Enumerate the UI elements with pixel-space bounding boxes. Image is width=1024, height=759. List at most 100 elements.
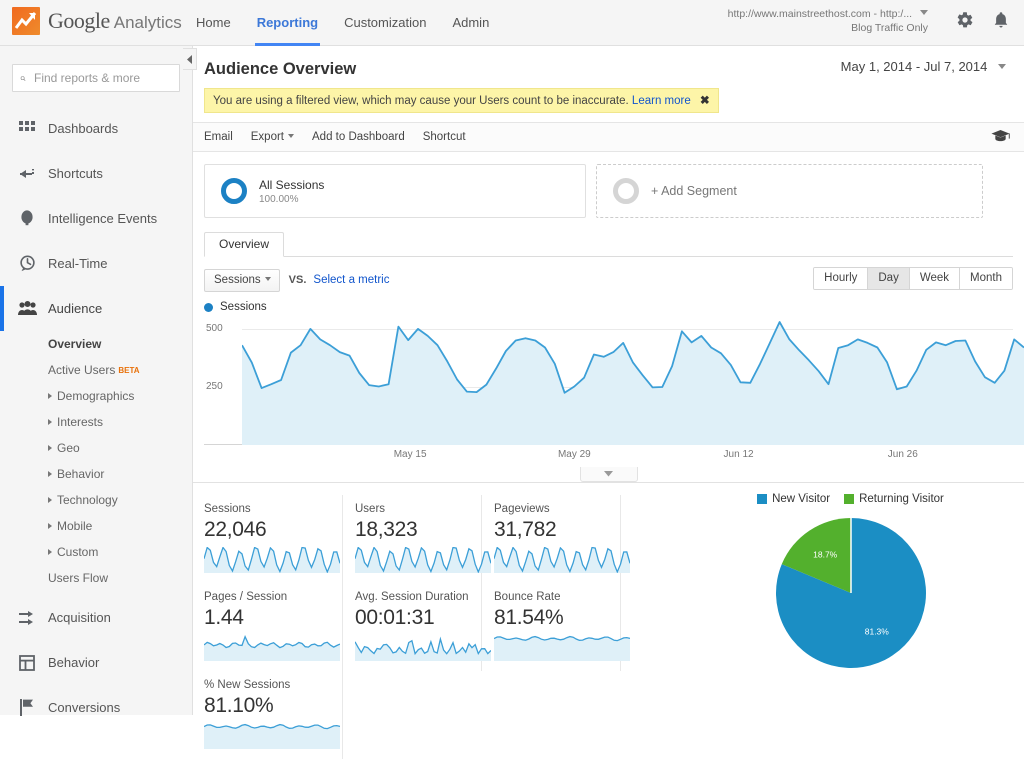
sidebar-subitem-mobile[interactable]: Mobile [0,513,192,539]
metric-card-sessions[interactable]: Sessions 22,046 [204,495,343,583]
metric-card-value: 1.44 [204,606,330,630]
sidebar-item-acquisition[interactable]: Acquisition [0,595,192,640]
select-a-metric-link[interactable]: Select a metric [313,274,389,286]
metric-card-new-sessions[interactable]: % New Sessions 81.10% [204,671,343,759]
metric-card-pageviews[interactable]: Pageviews 31,782 [482,495,621,583]
metric-card-value: 81.54% [494,606,608,630]
chart-line-svg [242,315,1024,445]
granularity-week[interactable]: Week [910,268,960,289]
audience-icon [14,301,40,316]
legend-label: New Visitor [772,493,830,505]
behavior-icon [14,655,40,671]
sidebar-item-shortcuts[interactable]: Shortcuts [0,151,192,196]
chart-plot-area[interactable]: 500 250 [204,315,1013,445]
metric-card-title: Pages / Session [204,591,330,603]
gear-icon[interactable] [956,11,974,34]
metrics-and-pie: Sessions 22,046 Users 18,323 Pageviews 3… [204,483,1013,759]
metric-selector[interactable]: Sessions [204,269,280,292]
sidebar-subitem-interests[interactable]: Interests [0,409,192,435]
search-reports-box[interactable] [12,64,180,92]
add-segment-button[interactable]: + Add Segment [596,164,983,218]
pie-legend: New Visitor Returning Visitor [688,493,1013,505]
account-property-label: http://www.mainstreethost.com - http:/..… [728,8,912,20]
metric-card-title: Avg. Session Duration [355,591,469,603]
sidebar-subitem-label: Custom [57,545,98,559]
segment-all-sessions[interactable]: All Sessions 100.00% [204,164,586,218]
email-button[interactable]: Email [204,131,233,143]
sidebar-subitem-label: Active Users [48,363,115,377]
nav-admin[interactable]: Admin [452,0,489,46]
shortcut-button[interactable]: Shortcut [423,131,466,143]
audience-subnav: Overview Active UsersBETA Demographics I… [0,331,192,595]
metric-card-bounce-rate[interactable]: Bounce Rate 81.54% [482,583,621,671]
nav-home[interactable]: Home [196,0,231,46]
add-to-dashboard-button[interactable]: Add to Dashboard [312,131,405,143]
metric-card-value: 18,323 [355,518,469,542]
sessions-chart: Sessions 500 250 May 15May 29Jun 12Jun 2… [204,301,1013,467]
new-sessions-sparkline [204,723,330,749]
sidebar-subitem-users-flow[interactable]: Users Flow [0,565,192,591]
brand-logo[interactable]: GoogleAnalytics [12,7,182,35]
metric-card-value: 00:01:31 [355,606,469,630]
search-input[interactable] [32,70,172,86]
sidebar-item-label: Acquisition [48,610,111,625]
sidebar-item-label: Shortcuts [48,166,103,181]
date-range-label: May 1, 2014 - Jul 7, 2014 [841,59,988,74]
granularity-month[interactable]: Month [960,268,1012,289]
sidebar-subitem-label: Behavior [57,467,104,481]
sidebar-item-audience[interactable]: Audience [0,286,192,331]
svg-text:81.3%: 81.3% [864,627,889,637]
graduation-cap-icon[interactable] [991,129,1010,148]
metric-card-title: Sessions [204,503,330,515]
sidebar-collapse-button[interactable] [183,48,197,70]
export-button[interactable]: Export [251,131,294,143]
sidebar-item-conversions[interactable]: Conversions [0,685,192,730]
granularity-hourly[interactable]: Hourly [814,268,868,289]
chevron-right-icon [48,445,52,451]
chart-expand-toggle[interactable] [580,467,638,482]
tab-overview[interactable]: Overview [204,232,284,257]
pageviews-sparkline [494,547,608,573]
metric-card-users[interactable]: Users 18,323 [343,495,482,583]
metric-card-title: Pageviews [494,503,608,515]
sidebar-subitem-technology[interactable]: Technology [0,487,192,513]
pages-session-sparkline [204,635,330,661]
pie-legend-new-visitor[interactable]: New Visitor [757,493,830,505]
sidebar-subitem-geo[interactable]: Geo [0,435,192,461]
sidebar-subitem-demographics[interactable]: Demographics [0,383,192,409]
chevron-down-icon [604,471,613,477]
sidebar-item-dashboards[interactable]: Dashboards [0,106,192,151]
account-selector[interactable]: http://www.mainstreethost.com - http:/..… [728,8,928,34]
nav-reporting[interactable]: Reporting [257,0,318,46]
metric-card-pages-session[interactable]: Pages / Session 1.44 [204,583,343,671]
sidebar-subitem-custom[interactable]: Custom [0,539,192,565]
y-axis-tick: 500 [206,323,223,334]
close-icon[interactable]: ✖ [700,95,710,107]
users-sparkline [355,547,469,573]
sidebar-item-behavior[interactable]: Behavior [0,640,192,685]
sidebar-subitem-label: Overview [48,337,101,351]
sidebar-item-real-time[interactable]: Real-Time [0,241,192,286]
granularity-day[interactable]: Day [868,268,909,289]
sidebar-item-intelligence-events[interactable]: Intelligence Events [0,196,192,241]
nav-customization[interactable]: Customization [344,0,426,46]
top-bar: GoogleAnalytics Home Reporting Customiza… [0,0,1024,46]
segment-percent: 100.00% [259,194,324,205]
learn-more-link[interactable]: Learn more [632,95,691,107]
metric-card-avg-session-duration[interactable]: Avg. Session Duration 00:01:31 [343,583,482,671]
sidebar-subitem-behavior[interactable]: Behavior [0,461,192,487]
sidebar-subitem-overview[interactable]: Overview [0,331,192,357]
date-range-picker[interactable]: May 1, 2014 - Jul 7, 2014 [835,56,1012,77]
sessions-sparkline [204,547,330,573]
segment-name: All Sessions [259,178,324,192]
metric-selector-label: Sessions [214,274,261,286]
chevron-right-icon [48,419,52,425]
page-header: Audience Overview May 1, 2014 - Jul 7, 2… [193,46,1024,84]
pie-legend-returning-visitor[interactable]: Returning Visitor [844,493,944,505]
bell-icon[interactable] [992,11,1010,34]
sidebar-subitem-active-users[interactable]: Active UsersBETA [0,357,192,383]
export-label: Export [251,131,284,143]
search-icon [20,72,26,85]
add-segment-label: + Add Segment [651,184,737,198]
pie-chart-svg[interactable]: 81.3%18.7% [775,517,927,669]
